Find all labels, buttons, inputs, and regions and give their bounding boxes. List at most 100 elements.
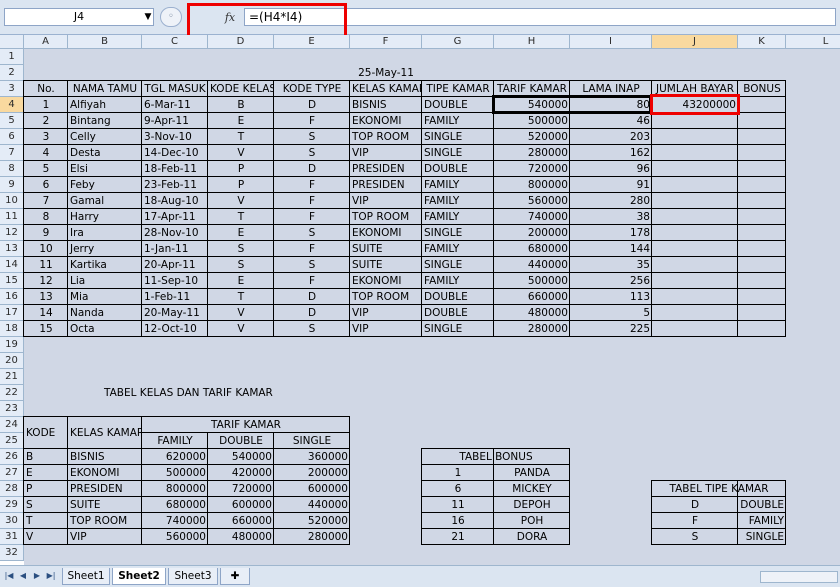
kelas-cell[interactable]: 440000 bbox=[274, 497, 350, 513]
table-cell[interactable]: EKONOMI bbox=[350, 113, 422, 129]
bonus-cell[interactable]: POH bbox=[494, 513, 570, 529]
kelas-cell[interactable]: 200000 bbox=[274, 465, 350, 481]
kelas-header-double[interactable]: DOUBLE bbox=[208, 433, 274, 449]
kelas-cell[interactable]: 360000 bbox=[274, 449, 350, 465]
column-header-e[interactable]: E bbox=[274, 35, 350, 49]
table-cell[interactable]: Mia bbox=[68, 289, 142, 305]
table-cell[interactable]: 96 bbox=[570, 161, 652, 177]
row-header-10[interactable]: 10 bbox=[0, 193, 24, 209]
row-header-25[interactable]: 25 bbox=[0, 433, 24, 449]
table-cell[interactable]: 5 bbox=[24, 161, 68, 177]
table-cell[interactable]: 20-Apr-11 bbox=[142, 257, 208, 273]
row-header-9[interactable]: 9 bbox=[0, 177, 24, 193]
table-cell[interactable]: 38 bbox=[570, 209, 652, 225]
table-cell[interactable]: V bbox=[208, 321, 274, 337]
table-cell[interactable]: Harry bbox=[68, 209, 142, 225]
first-sheet-icon[interactable]: |◀ bbox=[4, 570, 14, 582]
table-cell[interactable]: 17-Apr-11 bbox=[142, 209, 208, 225]
table-cell[interactable]: 225 bbox=[570, 321, 652, 337]
kelas-cell[interactable]: S bbox=[24, 497, 68, 513]
table-cell[interactable]: FAMILY bbox=[422, 209, 494, 225]
header-lama-inap[interactable]: LAMA INAP bbox=[570, 81, 652, 97]
table-cell[interactable]: 280 bbox=[570, 193, 652, 209]
table-cell[interactable]: TOP ROOM bbox=[350, 129, 422, 145]
table-cell[interactable]: FAMILY bbox=[422, 273, 494, 289]
table-cell[interactable]: 6 bbox=[24, 177, 68, 193]
table-cell[interactable]: 11 bbox=[24, 257, 68, 273]
row-header-31[interactable]: 31 bbox=[0, 529, 24, 545]
table-cell[interactable]: 23-Feb-11 bbox=[142, 177, 208, 193]
table-cell[interactable]: S bbox=[208, 257, 274, 273]
table-cell[interactable]: V bbox=[208, 193, 274, 209]
table-cell[interactable]: FAMILY bbox=[422, 177, 494, 193]
table-cell[interactable]: 18-Feb-11 bbox=[142, 161, 208, 177]
kelas-cell[interactable]: BISNIS bbox=[68, 449, 142, 465]
header-no-[interactable]: No. bbox=[24, 81, 68, 97]
row-header-6[interactable]: 6 bbox=[0, 129, 24, 145]
kelas-header-kelas[interactable]: KELAS KAMAR bbox=[68, 425, 142, 441]
table-cell[interactable]: Elsi bbox=[68, 161, 142, 177]
header-nama-tamu[interactable]: NAMA TAMU bbox=[68, 81, 142, 97]
row-header-15[interactable]: 15 bbox=[0, 273, 24, 289]
table-cell[interactable]: Feby bbox=[68, 177, 142, 193]
table-cell[interactable]: F bbox=[274, 193, 350, 209]
insert-function-icon[interactable]: fx bbox=[220, 10, 240, 26]
table-cell[interactable]: 10 bbox=[24, 241, 68, 257]
row-header-12[interactable]: 12 bbox=[0, 225, 24, 241]
bonus-cell[interactable]: 16 bbox=[422, 513, 494, 529]
report-date[interactable]: 25-May-11 bbox=[350, 65, 422, 81]
row-header-21[interactable]: 21 bbox=[0, 369, 24, 385]
table-cell[interactable]: 740000 bbox=[494, 209, 570, 225]
header-tipe-kamar[interactable]: TIPE KAMAR bbox=[422, 81, 494, 97]
row-header-2[interactable]: 2 bbox=[0, 65, 24, 81]
tab-sheet2[interactable]: Sheet2 bbox=[112, 568, 166, 585]
row-header-11[interactable]: 11 bbox=[0, 209, 24, 225]
table-cell[interactable]: SINGLE bbox=[422, 321, 494, 337]
tipe-cell[interactable]: SINGLE bbox=[738, 529, 786, 545]
row-header-30[interactable]: 30 bbox=[0, 513, 24, 529]
formula-bar-resize-icon[interactable]: ◦ bbox=[160, 7, 182, 27]
table-cell[interactable]: 480000 bbox=[494, 305, 570, 321]
table-cell[interactable]: S bbox=[274, 145, 350, 161]
table-cell[interactable]: D bbox=[274, 289, 350, 305]
table-cell[interactable]: Nanda bbox=[68, 305, 142, 321]
kelas-cell[interactable]: 620000 bbox=[142, 449, 208, 465]
header-kode-type[interactable]: KODE TYPE bbox=[274, 81, 350, 97]
kelas-cell[interactable]: B bbox=[24, 449, 68, 465]
table-cell[interactable]: P bbox=[208, 161, 274, 177]
row-header-19[interactable]: 19 bbox=[0, 337, 24, 353]
table-cell[interactable]: 20-May-11 bbox=[142, 305, 208, 321]
column-header-h[interactable]: H bbox=[494, 35, 570, 49]
table-cell[interactable]: 800000 bbox=[494, 177, 570, 193]
kelas-header-kode[interactable]: KODE bbox=[24, 425, 68, 441]
table-cell[interactable]: DOUBLE bbox=[422, 97, 494, 113]
table-cell[interactable]: TOP ROOM bbox=[350, 289, 422, 305]
table-cell[interactable]: Lia bbox=[68, 273, 142, 289]
table-cell[interactable]: E bbox=[208, 225, 274, 241]
formula-input[interactable]: =(H4*I4) bbox=[244, 8, 836, 26]
table-cell[interactable]: S bbox=[274, 321, 350, 337]
table-cell[interactable]: 14-Dec-10 bbox=[142, 145, 208, 161]
row-header-18[interactable]: 18 bbox=[0, 321, 24, 337]
table-cell[interactable]: 80 bbox=[570, 97, 652, 113]
table-cell[interactable]: T bbox=[208, 289, 274, 305]
row-header-5[interactable]: 5 bbox=[0, 113, 24, 129]
kelas-cell[interactable]: 740000 bbox=[142, 513, 208, 529]
table-cell[interactable]: B bbox=[208, 97, 274, 113]
header-kode-kelas[interactable]: KODE KELAS bbox=[208, 81, 274, 97]
table-cell[interactable]: 18-Aug-10 bbox=[142, 193, 208, 209]
table-cell[interactable]: F bbox=[274, 241, 350, 257]
table-cell[interactable]: 7 bbox=[24, 193, 68, 209]
table-cell[interactable]: DOUBLE bbox=[422, 161, 494, 177]
row-header-4[interactable]: 4 bbox=[0, 97, 24, 113]
row-header-16[interactable]: 16 bbox=[0, 289, 24, 305]
table-cell[interactable]: 720000 bbox=[494, 161, 570, 177]
table-cell[interactable]: 5 bbox=[570, 305, 652, 321]
kelas-cell[interactable]: 600000 bbox=[208, 497, 274, 513]
table-cell[interactable]: DOUBLE bbox=[422, 289, 494, 305]
insert-sheet-icon[interactable]: ✚ bbox=[220, 568, 250, 585]
table-cell[interactable]: Octa bbox=[68, 321, 142, 337]
table-cell[interactable]: V bbox=[208, 305, 274, 321]
kelas-cell[interactable]: 500000 bbox=[142, 465, 208, 481]
table-cell[interactable]: Bintang bbox=[68, 113, 142, 129]
